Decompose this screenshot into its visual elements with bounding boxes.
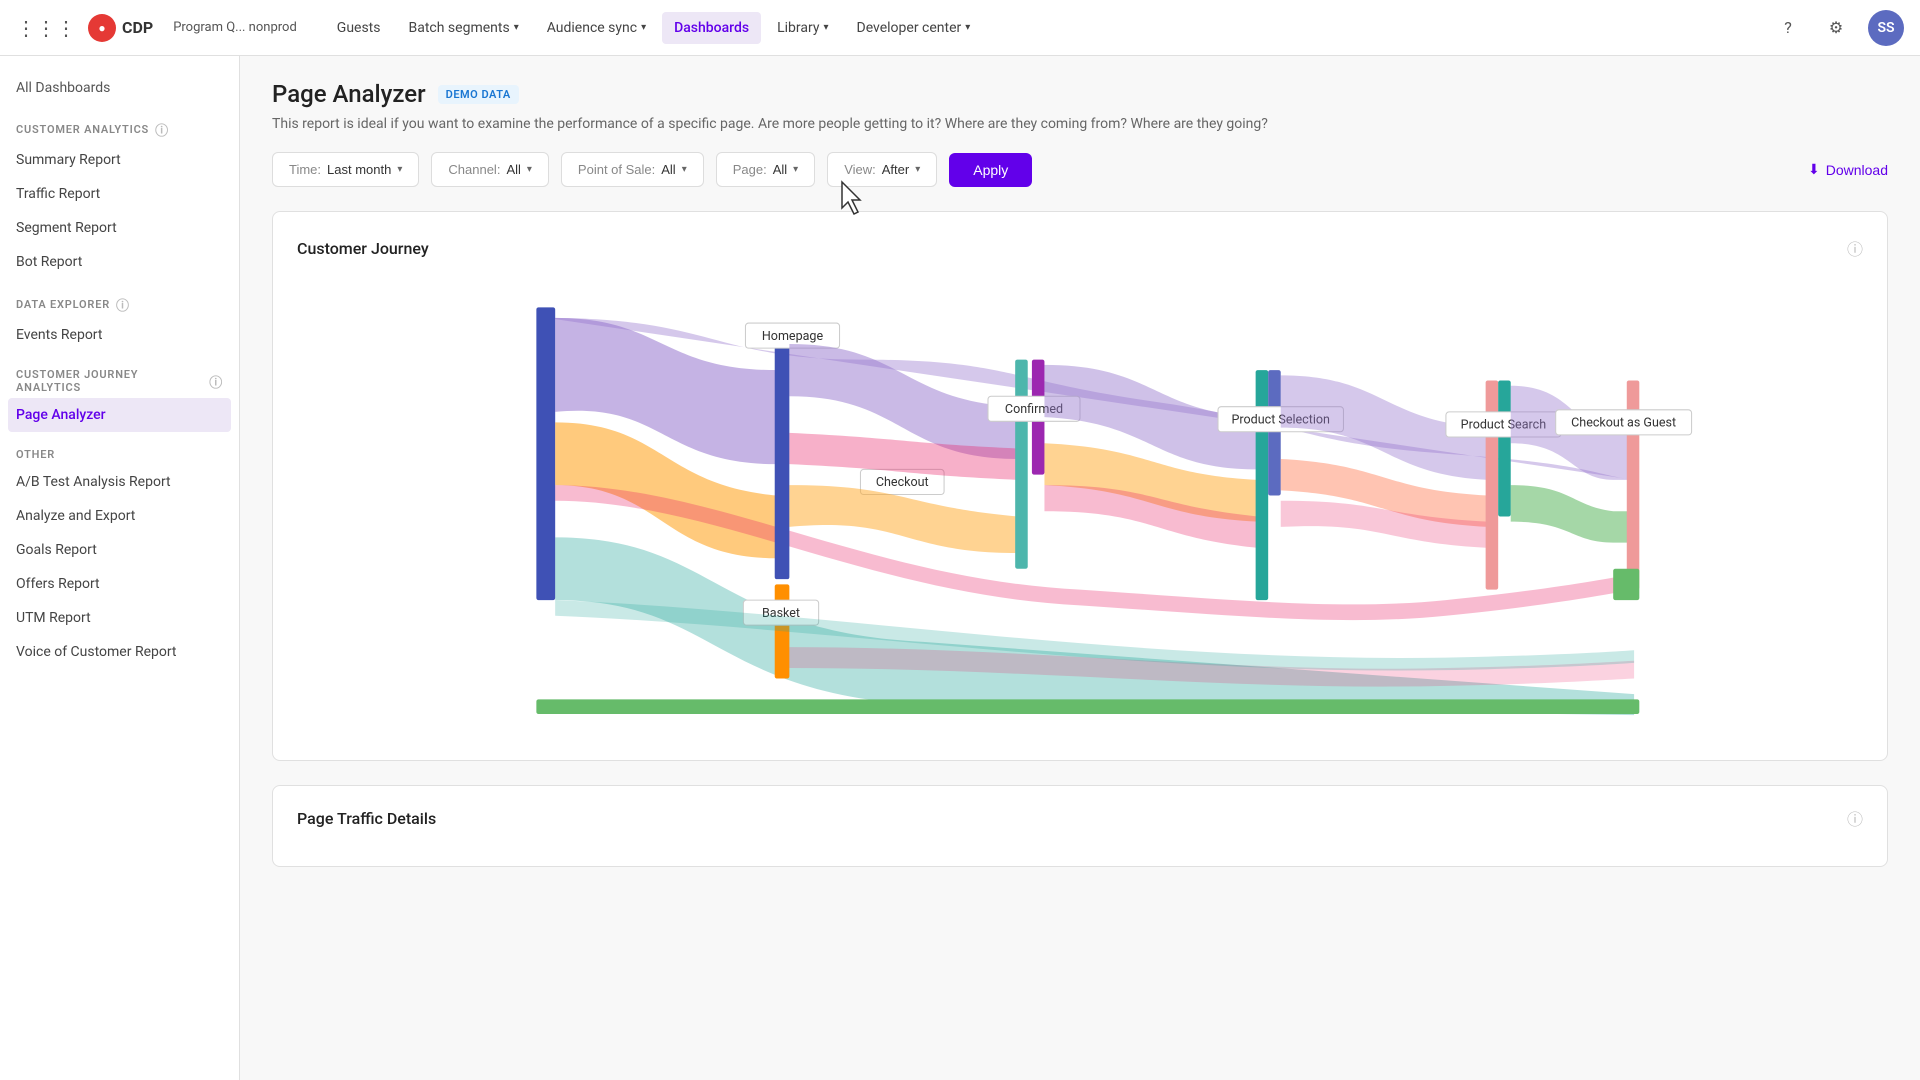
view-filter-label: View: [844, 162, 876, 177]
page-filter-value: All [773, 162, 787, 177]
node-product-search-bar2 [1498, 381, 1511, 517]
chevron-down-icon: ▾ [823, 22, 828, 33]
settings-icon[interactable]: ⚙ [1820, 12, 1852, 44]
info-icon[interactable]: ⓘ [1847, 806, 1863, 830]
info-icon[interactable]: ⓘ [116, 295, 130, 314]
time-filter-label: Time: [289, 162, 321, 177]
chevron-down-icon: ▾ [915, 164, 920, 175]
chart-header: Customer Journey ⓘ [297, 236, 1863, 260]
nav-item-guests[interactable]: Guests [325, 12, 393, 44]
chart-title: Customer Journey [297, 239, 429, 258]
checkout-guest-label: Checkout as Guest [1571, 416, 1676, 431]
page-filter[interactable]: Page: All ▾ [716, 152, 815, 187]
traffic-chart-header: Page Traffic Details ⓘ [297, 806, 1863, 830]
channel-filter-label: Channel: [448, 162, 500, 177]
pos-filter-label: Point of Sale: [578, 162, 655, 177]
chevron-down-icon: ▾ [397, 164, 402, 175]
main-content: Page Analyzer DEMO DATA This report is i… [240, 56, 1920, 915]
help-icon[interactable]: ? [1772, 12, 1804, 44]
chevron-down-icon: ▾ [527, 164, 532, 175]
flow-green-end [1511, 485, 1629, 543]
nav-right: ? ⚙ SS [1772, 10, 1904, 46]
sidebar-item-traffic-report[interactable]: Traffic Report [0, 177, 239, 211]
page-traffic-card: Page Traffic Details ⓘ [272, 785, 1888, 867]
top-navigation: ⋮⋮⋮ ● CDP Program Q... nonprod Guests Ba… [0, 0, 1920, 56]
sidebar-item-analyze-export[interactable]: Analyze and Export [0, 499, 239, 533]
all-dashboards-link[interactable]: All Dashboards [0, 72, 239, 104]
sidebar-section-other: OTHER [0, 440, 239, 465]
node-green-bottom [1613, 569, 1639, 600]
sidebar-section-data-explorer: DATA EXPLORER ⓘ [0, 287, 239, 318]
pos-filter[interactable]: Point of Sale: All ▾ [561, 152, 704, 187]
sidebar-item-ab-test[interactable]: A/B Test Analysis Report [0, 465, 239, 499]
logo-circle: ● [88, 14, 116, 42]
node-product-selection-bar [1256, 370, 1269, 600]
sidebar-item-voice-of-customer[interactable]: Voice of Customer Report [0, 635, 239, 669]
sidebar: All Dashboards CUSTOMER ANALYTICS ⓘ Summ… [0, 56, 240, 1080]
sidebar-item-goals-report[interactable]: Goals Report [0, 533, 239, 567]
page-traffic-title: Page Traffic Details [297, 809, 436, 828]
page-description: This report is ideal if you want to exam… [272, 116, 1888, 132]
node-product-selection-bar2 [1268, 370, 1281, 495]
download-button[interactable]: ⬇ Download [1808, 161, 1888, 178]
chevron-down-icon: ▾ [514, 22, 519, 33]
nav-item-library[interactable]: Library ▾ [765, 12, 840, 44]
sidebar-section-customer-analytics: CUSTOMER ANALYTICS ⓘ [0, 112, 239, 143]
sidebar-item-bot-report[interactable]: Bot Report [0, 245, 239, 279]
page-header: Page Analyzer DEMO DATA [272, 80, 1888, 108]
checkout-label: Checkout [876, 475, 929, 490]
info-icon[interactable]: ⓘ [155, 120, 169, 139]
sankey-svg: Homepage Basket Checkout [297, 276, 1863, 736]
flow-teal-bottom [555, 537, 1634, 715]
user-avatar[interactable]: SS [1868, 10, 1904, 46]
sidebar-item-summary-report[interactable]: Summary Report [0, 143, 239, 177]
info-icon[interactable]: ⓘ [209, 372, 223, 391]
nav-items: Guests Batch segments ▾ Audience sync ▾ … [325, 12, 1764, 44]
info-icon[interactable]: ⓘ [1847, 236, 1863, 260]
node-homepage-bar [775, 339, 790, 579]
node-confirmed-bar [1015, 360, 1028, 569]
program-name: Program Q... nonprod [173, 20, 297, 35]
demo-badge: DEMO DATA [438, 85, 519, 104]
sidebar-item-offers-report[interactable]: Offers Report [0, 567, 239, 601]
main-content-area: Page Analyzer DEMO DATA This report is i… [240, 56, 1920, 1080]
time-filter-value: Last month [327, 162, 391, 177]
chevron-down-icon: ▾ [641, 22, 646, 33]
nav-item-developer-center[interactable]: Developer center ▾ [845, 12, 983, 44]
apply-button[interactable]: Apply [949, 153, 1032, 187]
sidebar-item-utm-report[interactable]: UTM Report [0, 601, 239, 635]
customer-journey-card: Customer Journey ⓘ [272, 211, 1888, 761]
sidebar-item-page-analyzer[interactable]: Page Analyzer [8, 398, 231, 432]
nav-item-dashboards[interactable]: Dashboards [662, 12, 761, 44]
download-icon: ⬇ [1808, 161, 1820, 178]
logo-icon: ● [98, 21, 105, 35]
nav-item-batch-segments[interactable]: Batch segments ▾ [397, 12, 531, 44]
homepage-label: Homepage [762, 329, 824, 344]
channel-filter[interactable]: Channel: All ▾ [431, 152, 549, 187]
sidebar-section-customer-journey: CUSTOMER JOURNEY ANALYTICS ⓘ [0, 360, 239, 398]
view-filter[interactable]: View: After ▾ [827, 152, 937, 187]
logo-text: CDP [122, 18, 153, 37]
page-filter-label: Page: [733, 162, 767, 177]
view-filter-value: After [882, 162, 909, 177]
channel-filter-value: All [506, 162, 520, 177]
bottom-green-bar [536, 699, 1639, 714]
chevron-down-icon: ▾ [965, 22, 970, 33]
sankey-chart: Homepage Basket Checkout [297, 276, 1863, 736]
time-filter[interactable]: Time: Last month ▾ [272, 152, 419, 187]
filters-bar: Time: Last month ▾ Channel: All ▾ Point … [272, 152, 1888, 187]
chevron-down-icon: ▾ [682, 164, 687, 175]
sidebar-item-segment-report[interactable]: Segment Report [0, 211, 239, 245]
chevron-down-icon: ▾ [793, 164, 798, 175]
node-checkout-bar [536, 307, 555, 600]
nav-item-audience-sync[interactable]: Audience sync ▾ [535, 12, 658, 44]
grid-icon[interactable]: ⋮⋮⋮ [16, 16, 76, 40]
page-title: Page Analyzer [272, 80, 426, 108]
app-logo[interactable]: ● CDP [88, 14, 153, 42]
sidebar-item-events-report[interactable]: Events Report [0, 318, 239, 352]
main-layout: All Dashboards CUSTOMER ANALYTICS ⓘ Summ… [0, 56, 1920, 1080]
pos-filter-value: All [661, 162, 675, 177]
